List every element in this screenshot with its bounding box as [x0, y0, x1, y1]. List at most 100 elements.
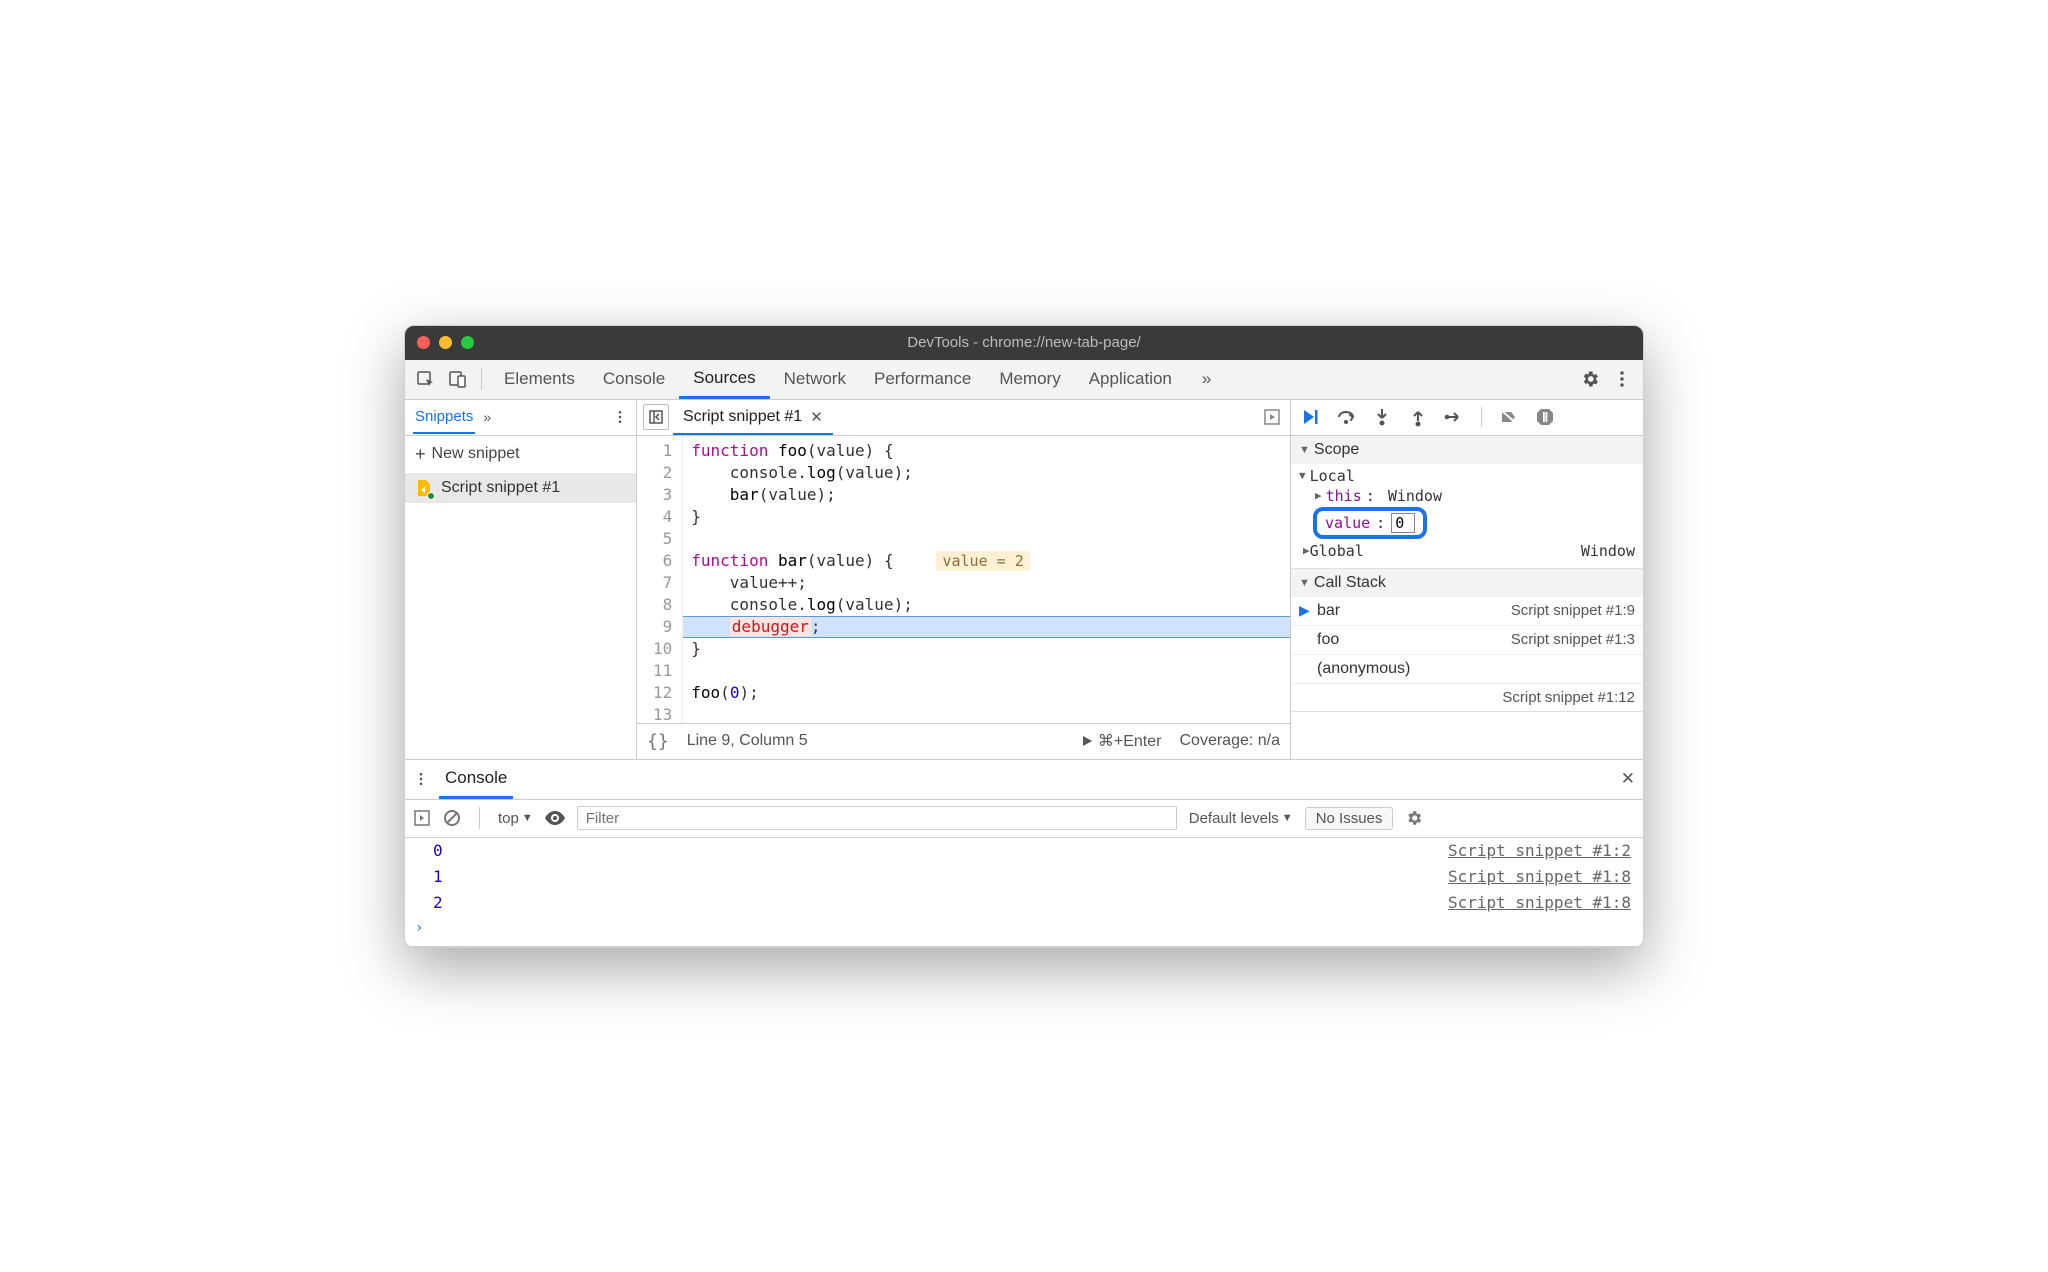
scope-value-highlight: value: — [1313, 507, 1427, 539]
window-title: DevTools - chrome://new-tab-page/ — [405, 334, 1643, 351]
editor-menu-icon[interactable] — [1260, 405, 1284, 429]
snippet-list-item[interactable]: Script snippet #1 — [405, 473, 636, 503]
scope-global-value: Window — [1581, 542, 1635, 560]
deactivate-breakpoints-icon[interactable] — [1498, 406, 1520, 428]
pause-on-exceptions-icon[interactable] — [1534, 406, 1556, 428]
console-toolbar: top▼ Default levels▼ No Issues — [405, 800, 1643, 838]
triangle-down-icon: ▼ — [1299, 577, 1310, 589]
callstack-header[interactable]: ▼ Call Stack — [1291, 569, 1643, 597]
log-levels-selector[interactable]: Default levels▼ — [1189, 810, 1293, 827]
console-output: 0Script snippet #1:21Script snippet #1:8… — [405, 838, 1643, 916]
scope-global-row[interactable]: ▶ Global Window — [1299, 540, 1643, 564]
panel-tab-elements[interactable]: Elements — [490, 360, 589, 399]
new-snippet-label: New snippet — [432, 445, 520, 463]
close-tab-icon[interactable]: ✕ — [810, 408, 823, 426]
settings-icon[interactable] — [1575, 364, 1605, 394]
code-line[interactable]: } — [683, 506, 1290, 528]
context-selector[interactable]: top▼ — [498, 810, 533, 827]
editor-tabbar: Script snippet #1 ✕ — [637, 400, 1290, 436]
console-tab[interactable]: Console — [439, 760, 513, 799]
drawer-tabs: Console ✕ — [405, 760, 1643, 800]
console-log-row[interactable]: 2Script snippet #1:8 — [405, 890, 1643, 916]
code-editor[interactable]: 12345678910111213 function foo(value) { … — [637, 436, 1290, 723]
code-line[interactable]: console.log(value); — [683, 594, 1290, 616]
triangle-right-icon: ▶ — [1315, 489, 1322, 502]
inspect-icon[interactable] — [411, 364, 441, 394]
step-into-icon[interactable] — [1371, 406, 1393, 428]
kebab-menu-icon[interactable] — [1607, 364, 1637, 394]
divider — [481, 368, 482, 390]
scope-header[interactable]: ▼ Scope — [1291, 436, 1643, 464]
navigator-menu-icon[interactable] — [612, 409, 628, 425]
callstack-row[interactable]: fooScript snippet #1:3 — [1291, 626, 1643, 655]
code-line[interactable] — [683, 660, 1290, 682]
no-issues-button[interactable]: No Issues — [1305, 807, 1394, 830]
editor-file-tab[interactable]: Script snippet #1 ✕ — [673, 400, 833, 435]
editor-panel: Script snippet #1 ✕ 12345678910111213 fu… — [637, 400, 1291, 759]
drawer-menu-icon[interactable] — [413, 771, 429, 787]
code-line[interactable]: function bar(value) { value = 2 — [683, 550, 1290, 572]
pretty-print-icon[interactable]: {} — [647, 731, 669, 752]
new-snippet-button[interactable]: + New snippet — [405, 436, 636, 473]
code-line[interactable]: bar(value); — [683, 484, 1290, 506]
code-line[interactable]: value++; — [683, 572, 1290, 594]
resume-icon[interactable] — [1299, 406, 1321, 428]
panel-tab-performance[interactable]: Performance — [860, 360, 985, 399]
code-line[interactable] — [683, 528, 1290, 550]
editor-statusbar: {} Line 9, Column 5 ⌘+Enter Coverage: n/… — [637, 723, 1290, 759]
code-line[interactable]: console.log(value); — [683, 462, 1290, 484]
triangle-down-icon: ▼ — [1299, 444, 1310, 456]
close-window-icon[interactable] — [417, 336, 430, 349]
close-drawer-icon[interactable]: ✕ — [1621, 769, 1635, 789]
live-expression-icon[interactable] — [545, 811, 565, 825]
scope-value-input[interactable] — [1391, 513, 1415, 533]
step-icon[interactable] — [1443, 406, 1465, 428]
titlebar: DevTools - chrome://new-tab-page/ — [405, 326, 1643, 360]
panel-tab-sources[interactable]: Sources — [679, 360, 769, 399]
console-settings-icon[interactable] — [1405, 809, 1423, 827]
main-area: Snippets » + New snippet Script snippet … — [405, 400, 1643, 760]
separator — [1481, 407, 1482, 427]
toggle-navigator-icon[interactable] — [643, 404, 669, 430]
clear-console-icon[interactable] — [443, 809, 461, 827]
panel-tab-network[interactable]: Network — [770, 360, 860, 399]
device-toolbar-icon[interactable] — [443, 364, 473, 394]
snippet-name: Script snippet #1 — [441, 479, 560, 497]
console-filter-input[interactable] — [577, 806, 1177, 830]
code-line[interactable]: foo(0); — [683, 682, 1290, 704]
zoom-window-icon[interactable] — [461, 336, 474, 349]
callstack-location[interactable]: Script snippet #1:12 — [1291, 684, 1643, 711]
devtools-window: DevTools - chrome://new-tab-page/ Elemen… — [404, 325, 1644, 948]
step-out-icon[interactable] — [1407, 406, 1429, 428]
panel-tab-memory[interactable]: Memory — [985, 360, 1074, 399]
scope-section: ▼ Scope ▼ Local ▶ this: Window — [1291, 436, 1643, 569]
code-line[interactable]: function foo(value) { — [683, 440, 1290, 462]
navigator-tabs: Snippets » — [405, 400, 636, 436]
console-log-row[interactable]: 1Script snippet #1:8 — [405, 864, 1643, 890]
coverage-label: Coverage: n/a — [1179, 732, 1280, 750]
scope-this-row[interactable]: ▶ this: Window — [1299, 486, 1643, 506]
console-log-row[interactable]: 0Script snippet #1:2 — [405, 838, 1643, 864]
code-line[interactable]: debugger; — [683, 616, 1290, 638]
code-line[interactable]: } — [683, 638, 1290, 660]
callstack-row[interactable]: (anonymous) — [1291, 655, 1643, 684]
snippets-tab[interactable]: Snippets — [413, 402, 475, 434]
minimize-window-icon[interactable] — [439, 336, 452, 349]
panel-tab-console[interactable]: Console — [589, 360, 679, 399]
scope-value-row[interactable]: value: — [1299, 506, 1643, 540]
run-snippet-button[interactable]: ⌘+Enter — [1080, 731, 1162, 751]
step-over-icon[interactable] — [1335, 406, 1357, 428]
triangle-down-icon: ▼ — [1299, 469, 1306, 482]
navigator-panel: Snippets » + New snippet Script snippet … — [405, 400, 637, 759]
run-shortcut-label: ⌘+Enter — [1098, 731, 1162, 751]
scope-local-header[interactable]: ▼ Local — [1299, 466, 1643, 486]
code-line[interactable] — [683, 704, 1290, 723]
more-navigator-tabs-icon[interactable]: » — [483, 409, 491, 425]
panel-tab-application[interactable]: Application — [1075, 360, 1186, 399]
console-prompt[interactable]: › — [405, 916, 1643, 946]
console-drawer: Console ✕ top▼ Default levels▼ No Issues… — [405, 760, 1643, 947]
more-tabs-icon[interactable]: » — [1188, 360, 1225, 399]
callstack-row[interactable]: ▶barScript snippet #1:9 — [1291, 597, 1643, 626]
snippet-file-icon — [415, 479, 433, 497]
console-sidebar-icon[interactable] — [413, 809, 431, 827]
